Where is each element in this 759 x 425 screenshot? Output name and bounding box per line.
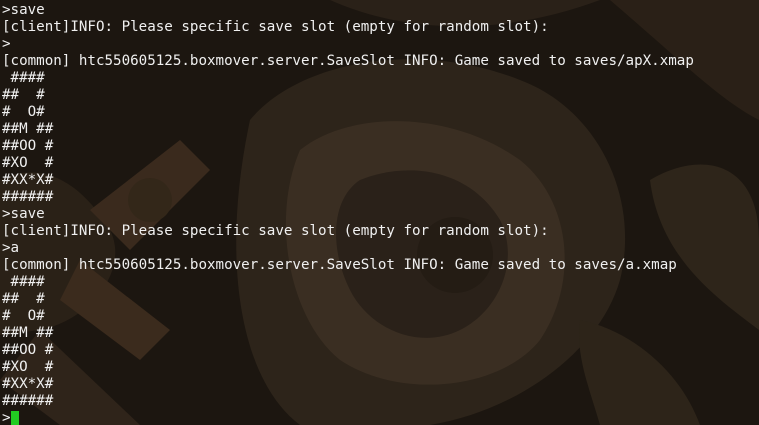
terminal-line: ###### — [2, 393, 54, 409]
terminal-line: >save — [2, 2, 45, 18]
terminal-line: [common] htc550605125.boxmover.server.Sa… — [2, 257, 677, 273]
terminal-line: ##OO # — [2, 342, 54, 358]
terminal-output: >save [client]INFO: Please specific save … — [2, 2, 759, 425]
terminal-line: #XX*X# — [2, 376, 54, 392]
text-cursor — [10, 411, 19, 425]
terminal-line: #XX*X# — [2, 172, 54, 188]
terminal-line: #XO # — [2, 359, 54, 375]
prompt-symbol: > — [2, 410, 11, 425]
terminal-line: #XO # — [2, 155, 54, 171]
terminal-line: ##M ## — [2, 121, 54, 137]
terminal-line: > — [2, 36, 11, 52]
terminal-line: >a — [2, 240, 20, 256]
terminal-line: ##OO # — [2, 138, 54, 154]
terminal-line: # O# — [2, 308, 45, 324]
terminal-line: >save — [2, 206, 45, 222]
terminal-line: ## # — [2, 87, 45, 103]
command-prompt-row[interactable]: > — [2, 410, 759, 425]
terminal-line: #### — [2, 274, 45, 290]
terminal-line: [common] htc550605125.boxmover.server.Sa… — [2, 53, 694, 69]
terminal-line: # O# — [2, 104, 45, 120]
terminal-line: #### — [2, 70, 45, 86]
terminal-line: ## # — [2, 291, 45, 307]
terminal-line: [client]INFO: Please specific save slot … — [2, 223, 549, 239]
terminal-line: ##M ## — [2, 325, 54, 341]
terminal-window[interactable]: >save [client]INFO: Please specific save … — [0, 0, 759, 425]
terminal-line: ###### — [2, 189, 54, 205]
terminal-line: [client]INFO: Please specific save slot … — [2, 19, 549, 35]
